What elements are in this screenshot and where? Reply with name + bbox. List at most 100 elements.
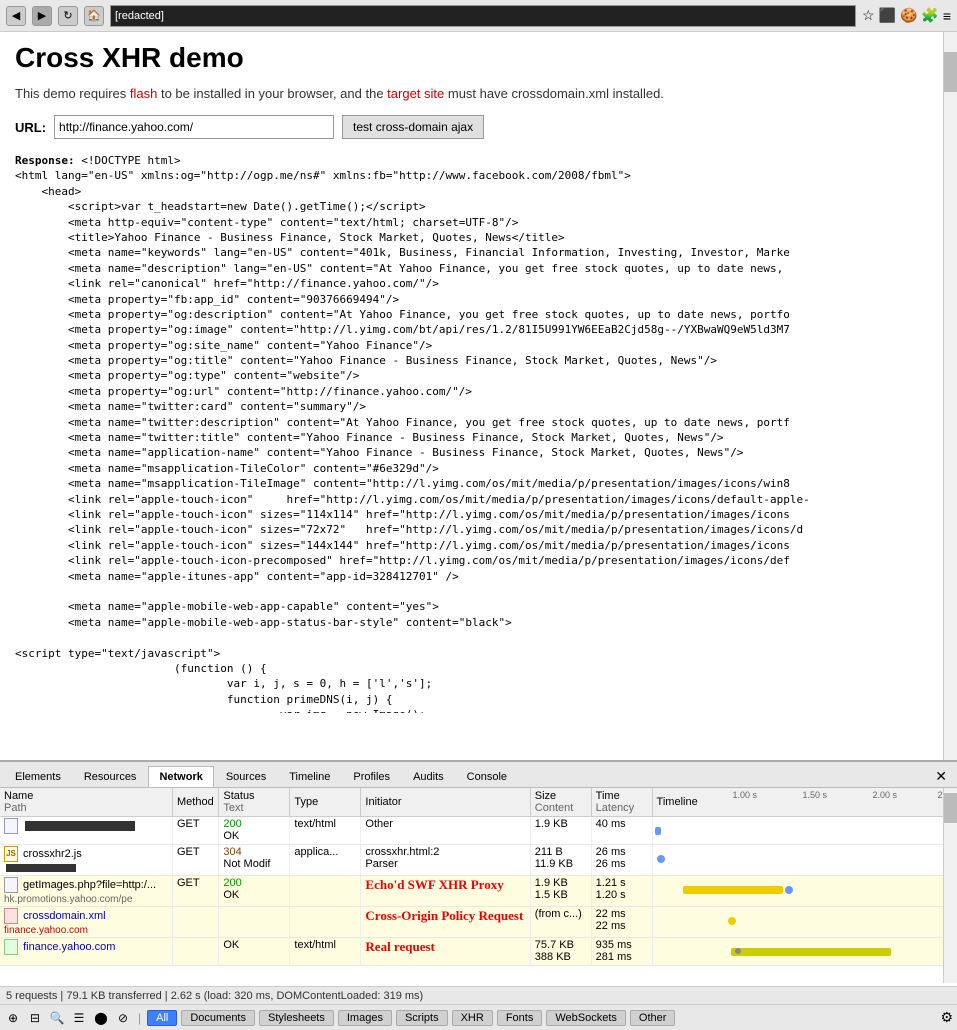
scrollbar-thumb[interactable] bbox=[944, 52, 957, 92]
row4-name: crossdomain.xml finance.yahoo.com bbox=[0, 907, 173, 938]
table-row[interactable]: JS crossxhr2.js GET 304Not Modif applica… bbox=[0, 845, 957, 876]
reload-button[interactable]: ↻ bbox=[58, 6, 78, 26]
row1-name-redacted bbox=[25, 821, 135, 831]
list-icon[interactable]: ☰ bbox=[70, 1009, 88, 1027]
row1-size: 1.9 KB bbox=[530, 817, 591, 845]
response-text: Response: <!DOCTYPE html> <html lang="en… bbox=[15, 153, 942, 713]
network-scrollbar[interactable] bbox=[943, 788, 957, 983]
row5-name: finance.yahoo.com bbox=[0, 938, 173, 966]
table-row[interactable]: finance.yahoo.com OK text/html Real requ… bbox=[0, 938, 957, 966]
file-icon-5 bbox=[4, 939, 18, 955]
network-scrollbar-thumb[interactable] bbox=[944, 793, 957, 823]
menu-icon[interactable]: ≡ bbox=[943, 8, 951, 24]
row2-initiator: crossxhr.html:2Parser bbox=[361, 845, 530, 876]
stop-icon[interactable]: ⬛ bbox=[879, 7, 896, 24]
address-bar[interactable] bbox=[110, 5, 856, 27]
row3-method: GET bbox=[173, 876, 219, 907]
row5-type: text/html bbox=[290, 938, 361, 966]
col-type[interactable]: Type bbox=[290, 788, 361, 817]
layout-icon[interactable]: ⊟ bbox=[26, 1009, 44, 1027]
tab-network[interactable]: Network bbox=[148, 766, 213, 787]
row5-initiator: Real request bbox=[361, 938, 530, 966]
row5-method bbox=[173, 938, 219, 966]
row5-size: 75.7 KB388 KB bbox=[530, 938, 591, 966]
col-status[interactable]: StatusText bbox=[219, 788, 290, 817]
table-header: NamePath Method StatusText Type Initiato… bbox=[0, 788, 957, 817]
row1-type: text/html bbox=[290, 817, 361, 845]
row1-method: GET bbox=[173, 817, 219, 845]
filter-other[interactable]: Other bbox=[630, 1010, 676, 1026]
row2-name: JS crossxhr2.js bbox=[0, 845, 173, 876]
row1-status: 200OK bbox=[219, 817, 290, 845]
filter-stylesheets[interactable]: Stylesheets bbox=[259, 1010, 334, 1026]
row2-method: GET bbox=[173, 845, 219, 876]
page-content: Cross XHR demo This demo requires flash … bbox=[0, 32, 957, 752]
row2-timeline bbox=[652, 845, 956, 876]
table-row[interactable]: crossdomain.xml finance.yahoo.com Cross-… bbox=[0, 907, 957, 938]
prohibit-icon[interactable]: ⊘ bbox=[114, 1009, 132, 1027]
inspect-icon[interactable]: ⊕ bbox=[4, 1009, 22, 1027]
network-scroll[interactable]: NamePath Method StatusText Type Initiato… bbox=[0, 788, 957, 983]
row5-timeline bbox=[652, 938, 956, 966]
col-name[interactable]: NamePath bbox=[0, 788, 173, 817]
row3-name: getImages.php?file=http:/... hk.promotio… bbox=[0, 876, 173, 907]
puzzle-icon[interactable]: 🧩 bbox=[921, 7, 938, 24]
tab-elements[interactable]: Elements bbox=[4, 766, 72, 787]
row3-initiator: Echo'd SWF XHR Proxy bbox=[361, 876, 530, 907]
tab-resources[interactable]: Resources bbox=[73, 766, 148, 787]
tab-audits[interactable]: Audits bbox=[402, 766, 455, 787]
row2-type: applica... bbox=[290, 845, 361, 876]
filter-fonts[interactable]: Fonts bbox=[497, 1010, 543, 1026]
devtools-tabs: Elements Resources Network Sources Timel… bbox=[0, 762, 957, 788]
browser-toolbar: ◀ ▶ ↻ 🏠 ☆ ⬛ 🍪 🧩 ≡ bbox=[0, 0, 957, 32]
row1-name bbox=[0, 817, 173, 845]
forward-button[interactable]: ▶ bbox=[32, 6, 52, 26]
filter-documents[interactable]: Documents bbox=[181, 1010, 255, 1026]
search-icon[interactable]: 🔍 bbox=[48, 1009, 66, 1027]
home-button[interactable]: 🏠 bbox=[84, 6, 104, 26]
row2-path-redacted bbox=[6, 864, 76, 872]
file-icon-1 bbox=[4, 818, 18, 834]
table-row[interactable]: GET 200OK text/html Other 1.9 KB 40 ms bbox=[0, 817, 957, 845]
network-summary: 5 requests | 79.1 KB transferred | 2.62 … bbox=[0, 986, 957, 1004]
bookmark-icon[interactable]: ☆ bbox=[862, 7, 875, 24]
tab-console[interactable]: Console bbox=[456, 766, 518, 787]
row4-method bbox=[173, 907, 219, 938]
tab-profiles[interactable]: Profiles bbox=[342, 766, 401, 787]
row4-timeline bbox=[652, 907, 956, 938]
row5-status: OK bbox=[219, 938, 290, 966]
col-method[interactable]: Method bbox=[173, 788, 219, 817]
row3-timeline bbox=[652, 876, 956, 907]
filter-sep: | bbox=[138, 1011, 141, 1025]
filter-all[interactable]: All bbox=[147, 1010, 177, 1026]
row3-status: 200OK bbox=[219, 876, 290, 907]
row4-path: finance.yahoo.com bbox=[4, 925, 88, 936]
cookie-icon[interactable]: 🍪 bbox=[900, 7, 917, 24]
row4-type bbox=[290, 907, 361, 938]
url-input[interactable] bbox=[54, 115, 334, 139]
block-icon[interactable]: ⬤ bbox=[92, 1009, 110, 1027]
filter-xhr[interactable]: XHR bbox=[452, 1010, 493, 1026]
devtools-settings-icon[interactable]: ⚙ bbox=[940, 1009, 953, 1026]
test-button[interactable]: test cross-domain ajax bbox=[342, 115, 484, 139]
table-row[interactable]: getImages.php?file=http:/... hk.promotio… bbox=[0, 876, 957, 907]
tab-timeline[interactable]: Timeline bbox=[278, 766, 341, 787]
network-table: NamePath Method StatusText Type Initiato… bbox=[0, 788, 957, 966]
response-area: Response: <!DOCTYPE html> <html lang="en… bbox=[15, 153, 942, 713]
filter-websockets[interactable]: WebSockets bbox=[546, 1010, 626, 1026]
col-timeline[interactable]: Timeline 1.00 s 1.50 s 2.00 s 2.50 s bbox=[652, 788, 956, 817]
row4-size: (from c...) bbox=[530, 907, 591, 938]
col-time[interactable]: TimeLatency bbox=[591, 788, 652, 817]
file-icon-4 bbox=[4, 908, 18, 924]
tab-sources[interactable]: Sources bbox=[215, 766, 277, 787]
filter-scripts[interactable]: Scripts bbox=[396, 1010, 448, 1026]
col-size[interactable]: SizeContent bbox=[530, 788, 591, 817]
network-content: NamePath Method StatusText Type Initiato… bbox=[0, 788, 957, 983]
devtools-close-button[interactable]: ✕ bbox=[929, 766, 953, 787]
row2-time: 26 ms26 ms bbox=[591, 845, 652, 876]
col-initiator[interactable]: Initiator bbox=[361, 788, 530, 817]
back-button[interactable]: ◀ bbox=[6, 6, 26, 26]
filter-images[interactable]: Images bbox=[338, 1010, 392, 1026]
row1-initiator: Other bbox=[361, 817, 530, 845]
page-description: This demo requires flash to be installed… bbox=[15, 86, 942, 101]
